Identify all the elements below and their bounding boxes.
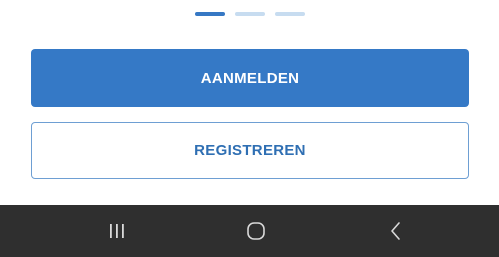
page-indicator bbox=[0, 12, 499, 16]
home-button[interactable] bbox=[236, 218, 276, 244]
page-indicator-dot bbox=[234, 12, 265, 16]
register-button[interactable]: REGISTREREN bbox=[31, 122, 469, 179]
page-indicator-dot bbox=[274, 12, 305, 16]
home-icon bbox=[246, 221, 266, 241]
back-icon bbox=[389, 221, 403, 241]
login-button-label: AANMELDEN bbox=[200, 69, 300, 87]
recent-apps-icon bbox=[108, 223, 126, 239]
register-button-label: REGISTREREN bbox=[194, 142, 306, 159]
login-button[interactable]: AANMELDEN bbox=[31, 49, 469, 107]
recent-apps-button[interactable] bbox=[97, 218, 137, 244]
page-indicator-dot bbox=[194, 12, 225, 16]
back-button[interactable] bbox=[376, 218, 416, 244]
system-navigation-bar bbox=[0, 205, 499, 257]
